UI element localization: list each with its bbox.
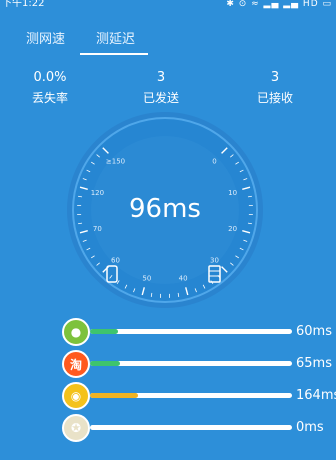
- stat-value: 3: [156, 70, 166, 85]
- tab-speed-test[interactable]: 测网速: [26, 28, 65, 47]
- latency-bar: [90, 329, 292, 334]
- latency-value: 0ms: [296, 420, 324, 435]
- stat-label: 丢失率: [31, 91, 68, 105]
- status-icons: ✱ ⊙ ≈ ▂▄ ▂▄ HD ▭: [226, 0, 332, 9]
- tab-bar: 测网速 测延迟: [0, 22, 336, 56]
- stat-value: 3: [270, 70, 280, 85]
- gauge-tick-label: 40: [179, 275, 188, 283]
- app-latency-row: ◉ 164ms: [62, 382, 336, 410]
- gauge-tick-label: 50: [142, 275, 151, 283]
- gauge-tick-label: 30: [210, 256, 219, 264]
- status-time: 下午1:22: [2, 0, 45, 9]
- latency-bar-fill: [90, 361, 121, 366]
- qq-icon: ●: [62, 318, 90, 346]
- stat-value: 0.0%: [33, 70, 67, 85]
- latency-value: 60ms: [296, 324, 332, 339]
- stat-loss-rate: 0.0% 丢失率: [5, 70, 95, 106]
- gauge-tick-label: 60: [111, 256, 120, 264]
- latency-bar: [90, 425, 292, 430]
- stats-panel: 0.0% 丢失率 3 已发送 3 已接收: [0, 70, 336, 110]
- active-tab-indicator: [80, 53, 148, 55]
- latency-bar: [90, 393, 292, 398]
- latency-reading: 96ms: [129, 194, 201, 224]
- gauge-tick-label: 70: [93, 225, 102, 233]
- gauge-tick-label: ≥150: [106, 158, 125, 166]
- latency-value: 164ms: [296, 388, 336, 403]
- latency-bar-fill: [90, 393, 139, 398]
- game-icon: ✪: [62, 414, 90, 442]
- weibo-icon: ◉: [62, 382, 90, 410]
- tab-latency-test[interactable]: 测延迟: [96, 28, 135, 47]
- stat-received: 3 已接收: [230, 70, 320, 106]
- gauge-tick-label: 0: [212, 158, 216, 166]
- status-bar: 下午1:22 ✱ ⊙ ≈ ▂▄ ▂▄ HD ▭: [0, 0, 336, 14]
- taobao-icon: 淘: [62, 350, 90, 378]
- stat-label: 已发送: [142, 91, 179, 105]
- latency-bar: [90, 361, 292, 366]
- app-latency-row: ✪ 0ms: [62, 414, 336, 442]
- stat-label: 已接收: [256, 91, 293, 105]
- app-latency-row: ● 60ms: [62, 318, 336, 346]
- latency-bar-fill: [90, 329, 119, 334]
- stat-sent: 3 已发送: [116, 70, 206, 106]
- gauge-tick-label: 20: [228, 225, 237, 233]
- app-latency-row: 淘 65ms: [62, 350, 336, 378]
- latency-value: 65ms: [296, 356, 332, 371]
